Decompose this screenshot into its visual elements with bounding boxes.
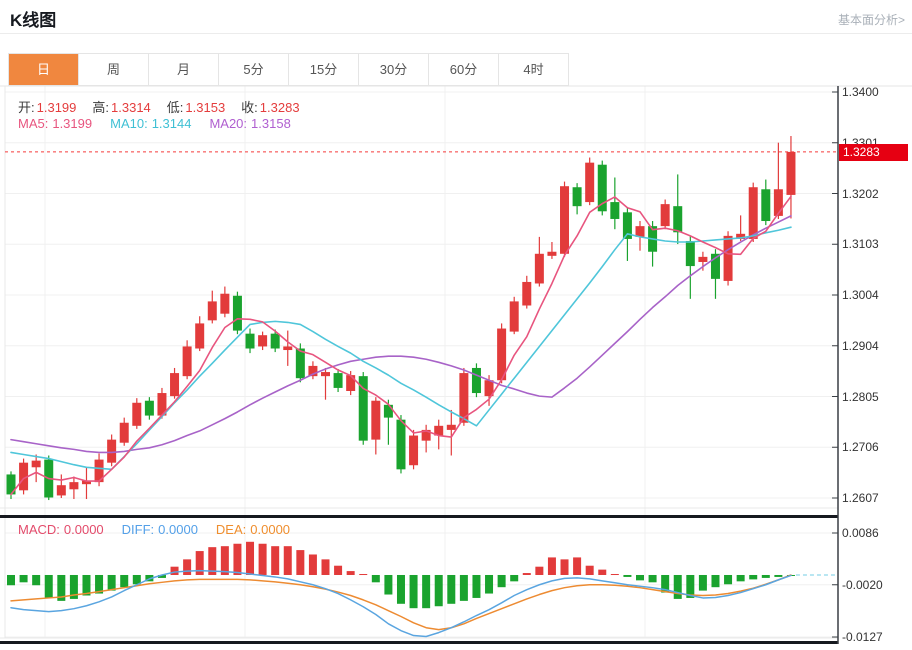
- y-axis-label: 1.2706: [842, 440, 879, 454]
- y-axis-label: 0.0086: [842, 526, 879, 540]
- low-value: 1.3153: [185, 100, 225, 115]
- y-axis-label: -0.0020: [842, 578, 883, 592]
- y-axis-label: 1.2607: [842, 491, 879, 505]
- y-axis-label: 1.3103: [842, 237, 879, 251]
- last-price-badge: 1.3283: [839, 144, 908, 161]
- y-axis-label: 1.2904: [842, 339, 879, 353]
- ma20-value: 1.3158: [251, 116, 291, 131]
- low-label: 低:: [167, 100, 184, 115]
- macd-legend: MACD:0.0000DIFF:0.0000DEA:0.0000: [18, 522, 294, 537]
- macd-value: 0.0000: [64, 522, 104, 537]
- diff-label: DIFF:: [122, 522, 155, 537]
- close-label: 收:: [241, 100, 258, 115]
- kline-page: K线图 基本面分析> 日周月5分15分30分60分4时 开:1.3199高:1.…: [0, 0, 912, 650]
- high-value: 1.3314: [111, 100, 151, 115]
- y-axis-label: 1.3202: [842, 187, 879, 201]
- ma5-label: MA5:: [18, 116, 48, 131]
- y-axis-label: 1.3004: [842, 288, 879, 302]
- diff-value: 0.0000: [158, 522, 198, 537]
- ma10-label: MA10:: [110, 116, 148, 131]
- ohlc-legend: 开:1.3199 高:1.3314 低:1.3153 收:1.3283: [18, 97, 316, 116]
- open-value: 1.3199: [37, 100, 77, 115]
- close-value: 1.3283: [260, 100, 300, 115]
- ma20-label: MA20:: [209, 116, 247, 131]
- dea-label: DEA:: [216, 522, 246, 537]
- y-axis-label: 1.2805: [842, 390, 879, 404]
- macd-label: MACD:: [18, 522, 60, 537]
- high-label: 高:: [92, 100, 109, 115]
- ma5-value: 1.3199: [52, 116, 92, 131]
- ma-legend: MA5: 1.3199 MA10: 1.3144 MA20: 1.3158: [18, 116, 295, 131]
- dea-value: 0.0000: [250, 522, 290, 537]
- open-label: 开:: [18, 100, 35, 115]
- y-axis-label: -0.0127: [842, 630, 883, 644]
- ma10-value: 1.3144: [152, 116, 192, 131]
- y-axis-label: 1.3400: [842, 85, 879, 99]
